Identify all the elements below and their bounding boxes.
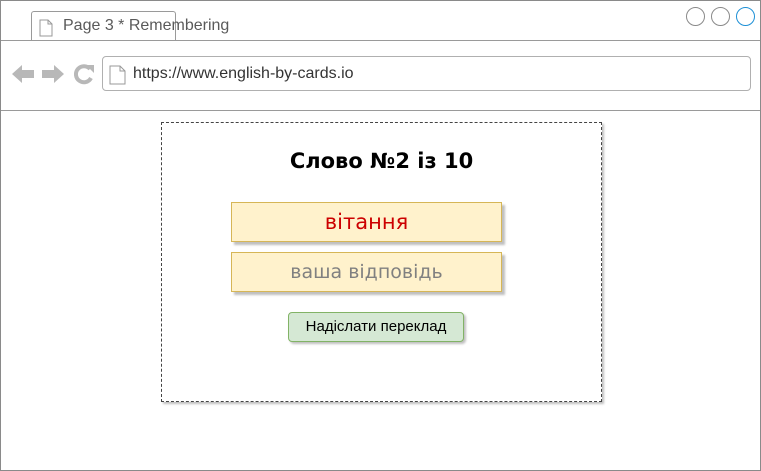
submit-translation-button[interactable]: Надіслати переклад xyxy=(288,312,464,342)
maximize-icon[interactable] xyxy=(711,7,730,26)
answer-input[interactable] xyxy=(231,252,502,292)
page-icon xyxy=(109,65,126,90)
flashcard-panel: Слово №2 із 10 вітання Надіслати перекла… xyxy=(161,122,602,402)
tab-bar: Page 3 * Remembering xyxy=(1,1,760,41)
forward-arrow-icon[interactable] xyxy=(41,63,65,90)
word-to-translate: вітання xyxy=(231,202,502,242)
minimize-icon[interactable] xyxy=(686,7,705,26)
refresh-icon[interactable] xyxy=(72,63,96,90)
tab-bar-divider xyxy=(1,40,760,41)
card-progress-title: Слово №2 із 10 xyxy=(289,149,474,173)
back-arrow-icon[interactable] xyxy=(11,63,35,90)
toolbar-divider xyxy=(1,110,760,111)
close-icon[interactable] xyxy=(736,7,755,26)
tab-title: Page 3 * Remembering xyxy=(63,17,230,34)
address-bar[interactable]: https://www.english-by-cards.io xyxy=(102,56,751,91)
browser-tab[interactable]: Page 3 * Remembering xyxy=(31,11,229,42)
page-icon xyxy=(39,19,53,42)
browser-window: Page 3 * Remembering https://www.english… xyxy=(0,0,761,471)
url-text: https://www.english-by-cards.io xyxy=(133,65,354,82)
